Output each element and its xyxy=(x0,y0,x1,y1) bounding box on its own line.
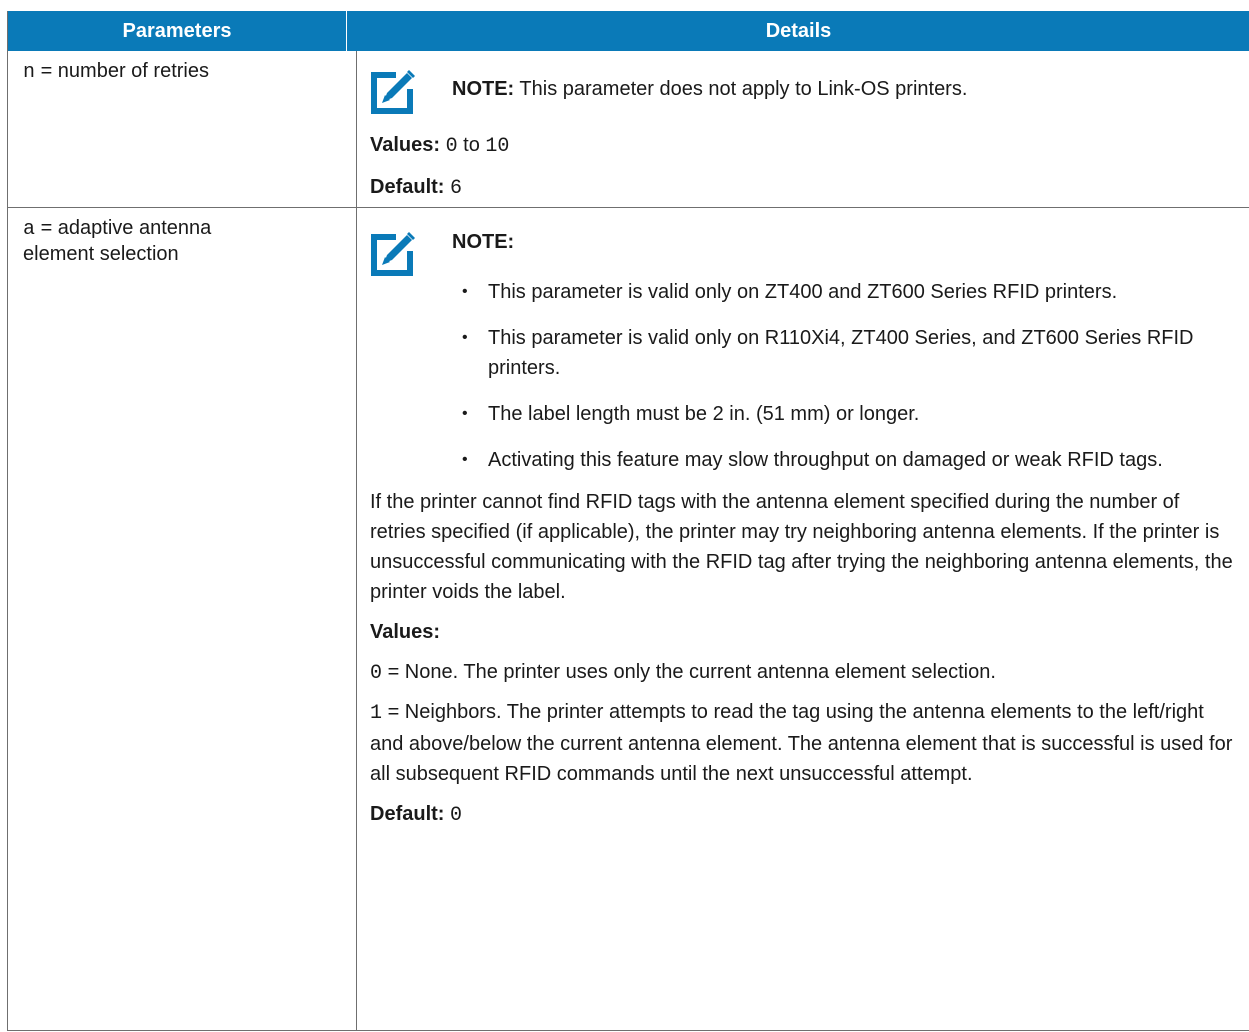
value-code: 0 xyxy=(370,662,383,685)
note-pencil-icon xyxy=(370,229,418,277)
default-label: Default: xyxy=(370,803,445,825)
values-from: 0 xyxy=(445,135,458,158)
default-value: 6 xyxy=(450,177,463,200)
parameters-table: Parameters Details n = number of retries… xyxy=(7,11,1249,1031)
param-label: = number of retries xyxy=(35,60,209,82)
list-item: Activating this feature may slow through… xyxy=(370,445,1210,475)
description-paragraph: If the printer cannot find RFID tags wit… xyxy=(370,491,1233,603)
values-label: Values: xyxy=(370,621,441,643)
default-line: Default: 6 xyxy=(370,175,1240,201)
table-row: n = number of retries NOTE: This paramet… xyxy=(8,51,1249,208)
note-bullet-list: This parameter is valid only on ZT400 an… xyxy=(370,277,1240,475)
default-label: Default: xyxy=(370,176,445,198)
list-item: This parameter is valid only on R110Xi4,… xyxy=(370,323,1210,383)
param-label-line2: element selection xyxy=(23,243,179,265)
value-option-0: 0 = None. The printer uses only the curr… xyxy=(370,657,1240,689)
note-pencil-icon xyxy=(370,67,418,115)
values-line: Values: 0 to 10 xyxy=(370,133,1240,159)
note-block: NOTE: This parameter does not apply to L… xyxy=(370,67,1240,115)
parameter-cell: a = adaptive antenna element selection xyxy=(8,208,357,1030)
table-row: a = adaptive antenna element selection N… xyxy=(8,208,1249,1031)
value-option-1: 1 = Neighbors. The printer attempts to r… xyxy=(370,697,1240,789)
note-block: NOTE: xyxy=(370,229,1240,277)
note-text: This parameter does not apply to Link-OS… xyxy=(514,78,968,100)
list-item: The label length must be 2 in. (51 mm) o… xyxy=(370,399,1210,429)
value-text: = None. The printer uses only the curren… xyxy=(382,661,996,683)
values-to: 10 xyxy=(485,135,510,158)
param-code: n xyxy=(23,61,36,84)
values-to-word: to xyxy=(457,134,486,156)
note-label: NOTE: xyxy=(452,78,515,100)
header-details: Details xyxy=(765,19,832,42)
parameter-cell: n = number of retries xyxy=(8,51,357,207)
details-cell: NOTE: This parameter is valid only on ZT… xyxy=(357,208,1249,1030)
param-code: a xyxy=(23,218,36,241)
param-label-line1: = adaptive antenna xyxy=(35,217,212,239)
note-label: NOTE: xyxy=(452,231,515,253)
value-text: = Neighbors. The printer attempts to rea… xyxy=(370,701,1233,785)
values-label: Values: xyxy=(370,134,441,156)
details-cell: NOTE: This parameter does not apply to L… xyxy=(357,51,1249,207)
default-line: Default: 0 xyxy=(370,801,1240,829)
header-parameters: Parameters xyxy=(8,11,347,51)
list-item: This parameter is valid only on ZT400 an… xyxy=(370,277,1210,307)
default-value: 0 xyxy=(450,804,463,827)
value-code: 1 xyxy=(370,702,383,725)
table-header: Parameters Details xyxy=(8,11,1249,51)
